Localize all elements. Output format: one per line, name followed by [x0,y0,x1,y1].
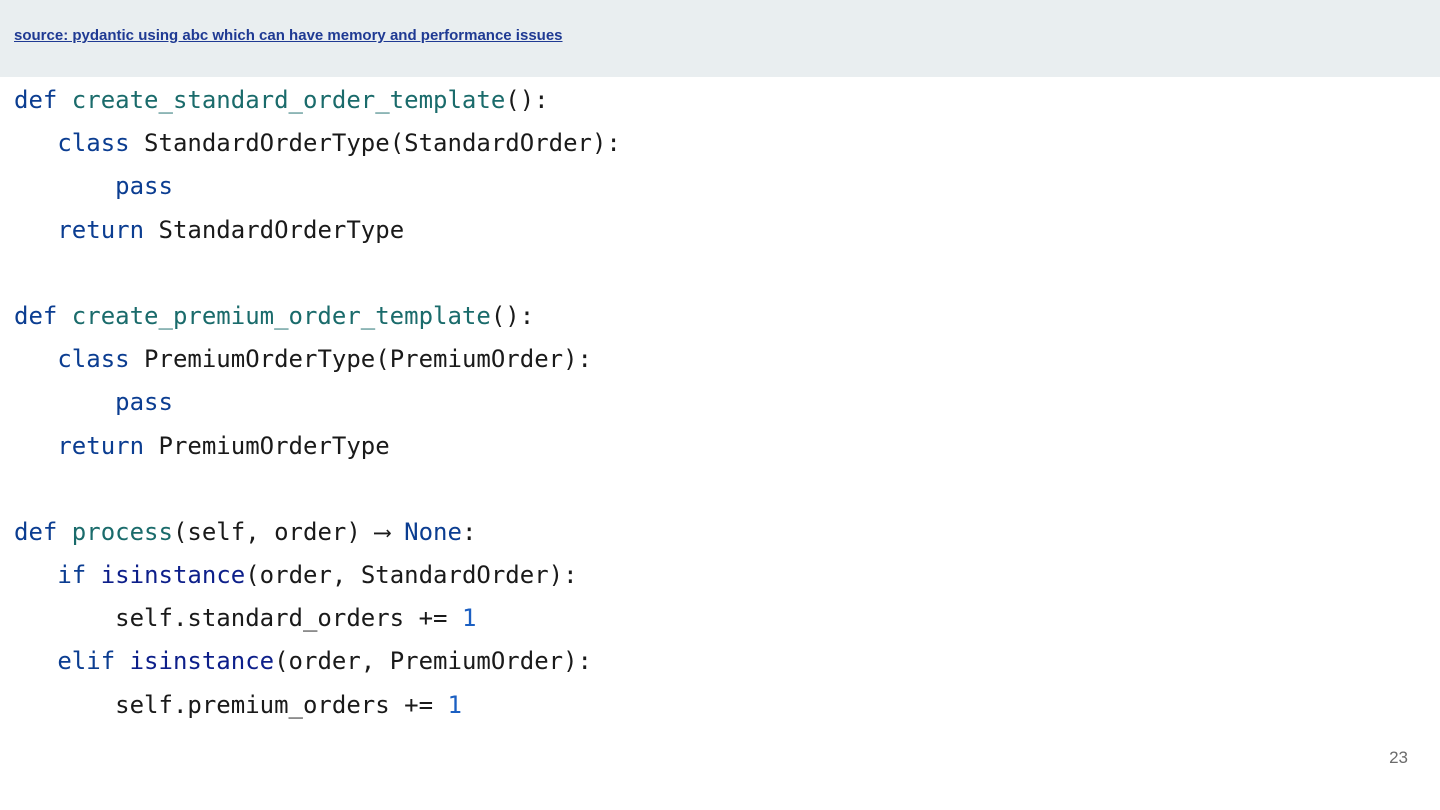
code-text: PremiumOrderType [144,431,390,460]
code-text: PremiumOrderType(PremiumOrder): [129,345,592,374]
code-block: def create_standard_order_template(): cl… [14,79,621,727]
code-keyword: def [14,301,72,330]
code-keyword: class [57,129,130,158]
source-link[interactable]: source: pydantic using abc which can hav… [14,27,563,44]
code-line: self.premium_orders += 1 [14,684,621,727]
code-text: (): [490,301,535,330]
code-keyword: if [57,561,87,590]
code-line: def create_premium_order_template(): [14,295,621,338]
code-keyword: None [404,517,462,546]
code-text: self.standard_orders += [14,604,462,633]
code-keyword: def [14,86,72,114]
code-text: (self, order) ⟶ [172,517,405,546]
code-text: (order, PremiumOrder): [274,647,592,676]
code-keyword: def [14,517,72,546]
code-text: self.premium_orders += [14,690,448,719]
code-keyword: return [57,431,145,460]
code-text: : [461,517,477,546]
code-function-name: process [71,517,173,546]
code-line: return PremiumOrderType [14,425,621,468]
page-number: 23 [1389,748,1408,767]
code-line: if isinstance(order, StandardOrder): [14,554,621,597]
code-line: def process(self, order) ⟶ None: [14,511,621,554]
slide: source: pydantic using abc which can hav… [0,0,1440,810]
code-line: self.standard_orders += 1 [14,597,621,640]
code-keyword: elif [57,647,116,676]
code-line: def create_standard_order_template(): [14,79,621,122]
code-line: class StandardOrderType(StandardOrder): [14,122,621,165]
header-bar: source: pydantic using abc which can hav… [0,0,1440,77]
code-line: return StandardOrderType [14,209,621,252]
code-function-name: create_premium_order_template [71,301,491,330]
code-text: StandardOrderType(StandardOrder): [129,129,621,158]
code-keyword: pass [115,172,173,201]
code-line: elif isinstance(order, PremiumOrder): [14,640,621,683]
code-line: pass [14,381,621,424]
code-number: 1 [447,690,462,719]
code-keyword: pass [115,388,173,417]
code-builtin: isinstance [100,561,246,590]
code-text: (order, StandardOrder): [245,561,578,590]
code-keyword: return [57,215,145,244]
code-number: 1 [461,604,477,633]
code-keyword: class [57,345,130,374]
code-text: StandardOrderType [144,215,405,244]
code-line: class PremiumOrderType(PremiumOrder): [14,338,621,381]
code-line: pass [14,165,621,208]
code-builtin: isinstance [129,647,275,676]
code-text: (): [505,86,549,114]
code-function-name: create_standard_order_template [71,86,506,114]
